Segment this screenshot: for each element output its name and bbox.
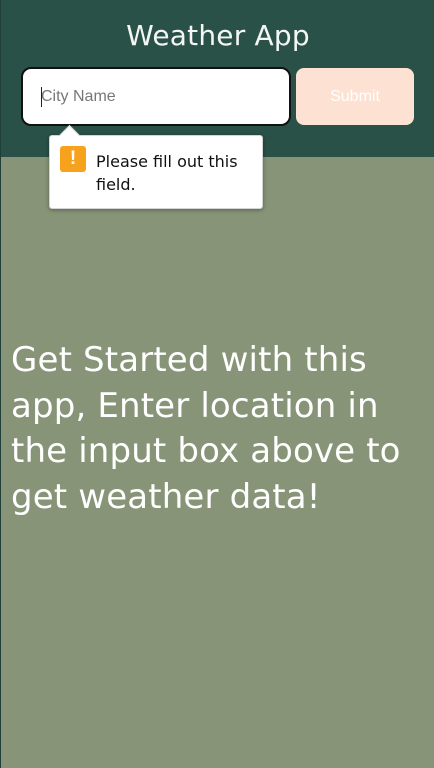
submit-button[interactable]: Submit [296, 68, 414, 125]
page-title: Weather App [126, 19, 310, 52]
weather-app: Weather App Submit ! Please fill out thi… [0, 0, 434, 768]
validation-tooltip: ! Please fill out this field. [49, 124, 263, 209]
get-started-message: Get Started with this app, Enter locatio… [11, 340, 401, 517]
validation-message: Please fill out this field. [96, 152, 238, 194]
warning-icon: ! [60, 146, 86, 172]
text-caret [41, 87, 42, 107]
city-name-input[interactable] [21, 67, 291, 126]
